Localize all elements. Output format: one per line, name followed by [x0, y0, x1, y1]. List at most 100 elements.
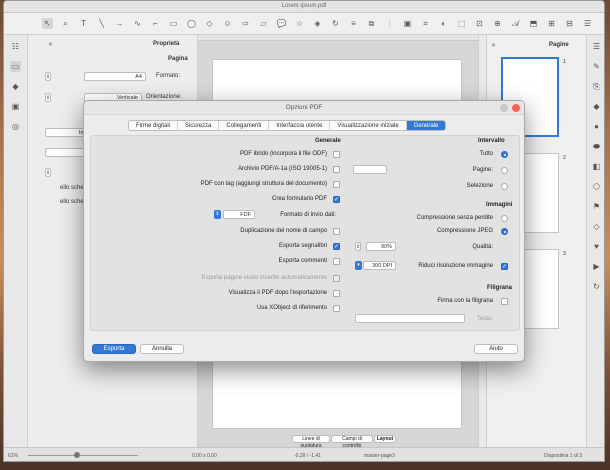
shapes-icon[interactable]: ◇ — [204, 18, 215, 29]
navigator-icon[interactable]: ◎ — [10, 121, 21, 132]
menu-icon[interactable]: ☰ — [582, 18, 593, 29]
fontwork-icon[interactable]: 𝒜 — [510, 18, 521, 29]
title-bar: Lorem ipsum.pdf — [4, 1, 604, 13]
export-comments-checkbox[interactable] — [333, 258, 340, 265]
jpeg-radio[interactable] — [501, 228, 508, 235]
tab-controls[interactable]: Campi di controllo — [331, 435, 373, 449]
ellipse-icon[interactable]: ◯ — [186, 18, 197, 29]
dpi-select[interactable]: 300 DPI — [363, 261, 396, 270]
tab-dimension-lines[interactable]: Linee di quotatura — [292, 435, 330, 449]
submit-format-dropdown-icon[interactable]: ⇕ — [214, 210, 221, 219]
close-dialog-button[interactable] — [512, 104, 520, 112]
format-stepper[interactable]: ⇕ — [45, 72, 51, 81]
filter-icon[interactable]: ◐ — [438, 18, 449, 29]
glue-icon[interactable]: ⊕ — [492, 18, 503, 29]
shape-icon[interactable]: ◧ — [591, 161, 602, 172]
play-icon[interactable]: ▶ — [591, 261, 602, 272]
format-select[interactable]: A4 — [84, 72, 146, 81]
diamond-2-icon[interactable]: ◇ — [591, 221, 602, 232]
create-form-checkbox[interactable]: ✓ — [333, 196, 340, 203]
dpi-dropdown-icon[interactable]: ▾ — [355, 261, 362, 270]
watermark-sign-checkbox[interactable] — [501, 298, 508, 305]
zoom-level: 61% — [8, 453, 19, 459]
menu-lines-icon[interactable]: ☰ — [591, 41, 602, 52]
flag-icon[interactable]: ⚑ — [591, 201, 602, 212]
crop-icon[interactable]: ⌗ — [420, 18, 431, 29]
submit-format-select[interactable]: FDF — [223, 210, 255, 219]
zoom-slider[interactable] — [28, 455, 138, 456]
arrows-icon[interactable]: ⇨ — [240, 18, 251, 29]
arrange-icon[interactable]: ⧉ — [366, 18, 377, 29]
star-icon[interactable]: ☆ — [294, 18, 305, 29]
zoom-slider-thumb[interactable] — [74, 452, 80, 458]
flowchart-icon[interactable]: ▱ — [258, 18, 269, 29]
tab-general[interactable]: Generale — [405, 121, 446, 130]
rectangle-icon[interactable]: ▭ — [168, 18, 179, 29]
zoom-icon[interactable]: ⌕ — [60, 18, 71, 29]
pencil-icon[interactable]: ✎ — [591, 61, 602, 72]
page-icon[interactable]: ▭ — [10, 61, 21, 72]
range-all-radio[interactable] — [501, 151, 508, 158]
cancel-button[interactable]: Annulla — [140, 344, 184, 354]
close-panel-icon[interactable]: ✕ — [48, 41, 53, 48]
line-icon[interactable]: ╲ — [96, 18, 107, 29]
tab-layout[interactable]: Layout — [374, 435, 396, 443]
duplicate-field-names-checkbox[interactable] — [333, 228, 340, 235]
tab-user-interface[interactable]: Interfaccia utente — [268, 121, 329, 130]
curve-icon[interactable]: ∿ — [132, 18, 143, 29]
xobject-reference-checkbox[interactable] — [333, 305, 340, 312]
connector-icon[interactable]: ⌐ — [150, 18, 161, 29]
tab-initial-view[interactable]: Visualizzazione iniziale — [329, 121, 405, 130]
export-bookmarks-checkbox[interactable]: ✓ — [333, 243, 340, 250]
group-icon[interactable]: ⊞ — [546, 18, 557, 29]
heart-icon[interactable]: ♥ — [591, 241, 602, 252]
points-icon[interactable]: ⊡ — [474, 18, 485, 29]
transform-icon[interactable]: ⬚ — [456, 18, 467, 29]
export-blank-pages-checkbox[interactable] — [333, 275, 340, 282]
align-icon[interactable]: ≡ — [348, 18, 359, 29]
distribute-icon[interactable]: ⫶ — [384, 18, 395, 29]
rotate-icon[interactable]: ↻ — [330, 18, 341, 29]
range-pages-radio[interactable] — [501, 167, 508, 174]
styles-icon[interactable]: ◆ — [10, 81, 21, 92]
help-button[interactable]: Aiuto — [474, 344, 518, 354]
ungroup-icon[interactable]: ⊟ — [564, 18, 575, 29]
range-selection-radio[interactable] — [501, 183, 508, 190]
minimize-dialog-button[interactable] — [500, 104, 508, 112]
hexagon-icon[interactable]: ⬡ — [591, 181, 602, 192]
symbol-icon[interactable]: ☺ — [222, 18, 233, 29]
3d-icon[interactable]: ◈ — [312, 18, 323, 29]
select-icon[interactable]: ↖ — [42, 18, 53, 29]
diamond-icon[interactable]: ◆ — [591, 101, 602, 112]
callout-icon[interactable]: 💬 — [276, 18, 287, 29]
left-toolbar: ☷ ▭ ◆ ▣ ◎ — [4, 35, 28, 447]
oval-icon[interactable]: ⬬ — [591, 141, 602, 152]
tab-digital-signatures[interactable]: Firme digitali — [129, 121, 177, 130]
watermark-text-input[interactable] — [355, 314, 465, 323]
toggle-extrusion-icon[interactable]: ⬒ — [528, 18, 539, 29]
paste-icon[interactable]: ⎘ — [591, 81, 602, 92]
tagged-pdf-checkbox[interactable] — [333, 181, 340, 188]
rotate-icon-2[interactable]: ↻ — [591, 281, 602, 292]
circle-icon[interactable]: ● — [591, 121, 602, 132]
text-icon[interactable]: T — [78, 18, 89, 29]
hybrid-pdf-checkbox[interactable] — [333, 151, 340, 158]
pdfa-checkbox[interactable] — [333, 166, 340, 173]
view-after-export-checkbox[interactable] — [333, 290, 340, 297]
quality-input[interactable]: 90% — [366, 242, 396, 251]
orientation-stepper[interactable]: ⇕ — [45, 93, 51, 102]
tab-security[interactable]: Sicurezza — [177, 121, 218, 130]
quality-stepper[interactable]: ⇕ — [355, 242, 361, 251]
reduce-resolution-checkbox[interactable]: ✓ — [501, 263, 508, 270]
lossless-radio[interactable] — [501, 215, 508, 222]
shadow-icon[interactable]: ▣ — [402, 18, 413, 29]
watermark-heading: Filigrana — [487, 285, 513, 291]
panel-stepper[interactable]: ⇕ — [45, 168, 51, 177]
export-button[interactable]: Esporta — [92, 344, 136, 354]
properties-icon[interactable]: ☷ — [10, 41, 21, 52]
tab-links[interactable]: Collegamenti — [218, 121, 268, 130]
arrow-icon[interactable]: → — [114, 18, 125, 29]
close-pages-icon[interactable]: ✕ — [491, 42, 496, 49]
gallery-icon[interactable]: ▣ — [10, 101, 21, 112]
range-pages-input[interactable] — [353, 165, 387, 174]
